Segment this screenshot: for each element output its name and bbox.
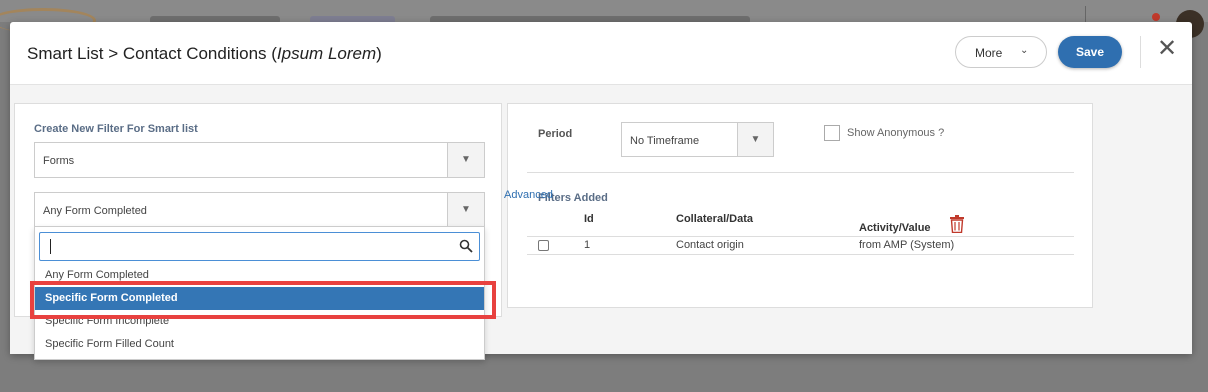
background-notification-dot bbox=[1152, 13, 1160, 21]
condition-dropdown-menu: Any Form Completed Specific Form Complet… bbox=[34, 226, 485, 360]
trash-icon[interactable] bbox=[949, 215, 965, 233]
dropdown-option[interactable]: Specific Form Incomplete bbox=[35, 310, 484, 333]
chevron-down-icon[interactable]: ▼ bbox=[447, 193, 484, 227]
save-button[interactable]: Save bbox=[1058, 36, 1122, 68]
option-label: Specific Form Filled Count bbox=[45, 338, 174, 350]
column-header-collateral: Collateral/Data bbox=[676, 213, 754, 225]
row-collateral: Contact origin bbox=[676, 239, 744, 251]
panel-divider bbox=[527, 172, 1074, 173]
modal-header: Smart List > Contact Conditions (Ipsum L… bbox=[10, 22, 1192, 85]
row-activity: from AMP (System) bbox=[859, 239, 955, 251]
dropdown-option[interactable]: Any Form Completed bbox=[35, 264, 484, 287]
period-select[interactable]: No Timeframe ▼ bbox=[621, 122, 774, 157]
title-list-name: Ipsum Lorem bbox=[276, 44, 377, 63]
option-label: Specific Form Incomplete bbox=[45, 315, 170, 327]
column-header-activity: Activity/Value bbox=[859, 222, 931, 234]
chevron-down-icon[interactable]: ▼ bbox=[737, 123, 773, 156]
search-icon bbox=[459, 239, 473, 253]
filter-type-select[interactable]: Forms ▼ bbox=[34, 142, 485, 178]
more-label: More bbox=[975, 46, 1003, 60]
close-icon[interactable]: ✕ bbox=[1156, 36, 1178, 62]
table-header-border bbox=[527, 236, 1074, 237]
table-row-border bbox=[527, 254, 1074, 255]
column-header-id: Id bbox=[584, 213, 594, 225]
show-anonymous-checkbox[interactable] bbox=[824, 125, 840, 141]
create-filter-heading: Create New Filter For Smart list bbox=[34, 123, 198, 135]
condition-value: Any Form Completed bbox=[43, 205, 147, 217]
title-prefix: Smart List > Contact Conditions ( bbox=[27, 44, 277, 63]
dropdown-option-highlighted[interactable]: Specific Form Completed bbox=[35, 287, 484, 310]
option-label: Any Form Completed bbox=[45, 269, 149, 281]
header-divider bbox=[1140, 36, 1141, 68]
more-button[interactable]: More ⌄ bbox=[955, 36, 1047, 68]
filter-type-value: Forms bbox=[43, 155, 75, 167]
option-label: Specific Form Completed bbox=[45, 292, 178, 304]
row-id: 1 bbox=[584, 239, 591, 251]
period-label: Period bbox=[538, 128, 573, 140]
advanced-link[interactable]: Advanced bbox=[504, 189, 553, 201]
dropdown-option[interactable]: Specific Form Filled Count bbox=[35, 333, 484, 356]
dropdown-search-input[interactable] bbox=[39, 232, 480, 261]
condition-select[interactable]: Any Form Completed ▼ bbox=[34, 192, 485, 228]
chevron-down-icon[interactable]: ▼ bbox=[447, 143, 484, 177]
filter-details-panel: Period No Timeframe ▼ Show Anonymous ? F… bbox=[507, 103, 1093, 308]
period-value: No Timeframe bbox=[630, 135, 700, 147]
text-cursor bbox=[50, 239, 51, 254]
show-anonymous-label: Show Anonymous ? bbox=[847, 127, 945, 139]
modal-title: Smart List > Contact Conditions (Ipsum L… bbox=[27, 44, 382, 64]
row-select-checkbox[interactable] bbox=[538, 240, 549, 251]
chevron-down-icon: ⌄ bbox=[1020, 45, 1029, 56]
title-suffix: ) bbox=[376, 44, 382, 63]
